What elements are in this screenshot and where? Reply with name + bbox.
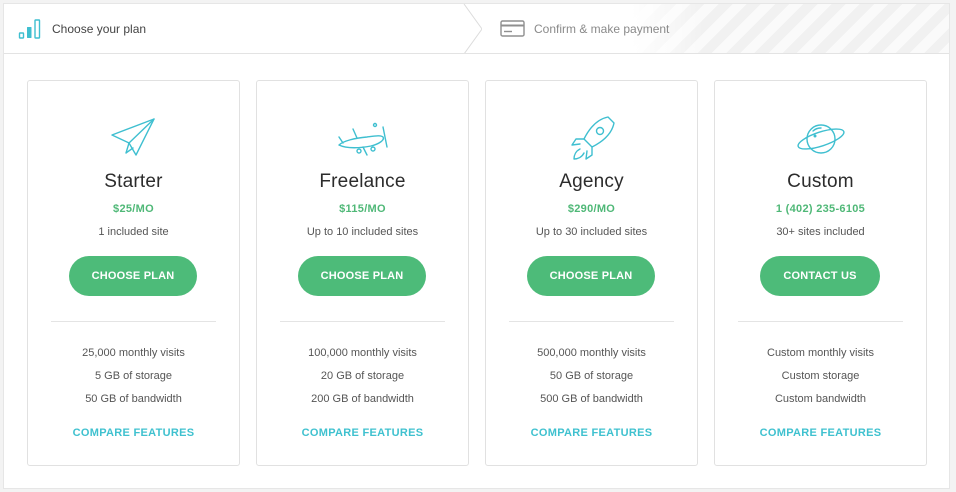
bar-chart-icon <box>18 19 46 46</box>
feature-storage: 50 GB of storage <box>549 370 634 382</box>
divider <box>51 321 216 322</box>
plan-price: $115/MO <box>339 203 386 215</box>
plan-sites: 1 included site <box>98 226 169 238</box>
divider <box>509 321 674 322</box>
feature-storage: 5 GB of storage <box>94 370 173 382</box>
feature-storage: 20 GB of storage <box>320 370 405 382</box>
plan-card-custom: Custom 1 (402) 235-6105 30+ sites includ… <box>714 80 927 466</box>
plan-card-starter: Starter $25/MO 1 included site CHOOSE PL… <box>27 80 240 466</box>
feature-visits: 25,000 monthly visits <box>82 347 185 359</box>
feature-bandwidth: 50 GB of bandwidth <box>85 393 182 405</box>
choose-plan-button[interactable]: CHOOSE PLAN <box>298 256 426 296</box>
feature-bandwidth: Custom bandwidth <box>774 393 867 405</box>
step-choose-plan[interactable]: Choose your plan <box>4 4 464 53</box>
compare-features-link[interactable]: COMPARE FEATURES <box>257 427 468 439</box>
propeller-plane-icon <box>333 113 393 163</box>
plan-phone: 1 (402) 235-6105 <box>775 203 866 215</box>
plan-selection-panel: Choose your plan Confirm & make payment <box>3 3 950 489</box>
checkout-steps: Choose your plan Confirm & make payment <box>4 4 949 54</box>
choose-plan-button[interactable]: CHOOSE PLAN <box>69 256 197 296</box>
compare-features-link[interactable]: COMPARE FEATURES <box>715 427 926 439</box>
plan-sites: Up to 10 included sites <box>306 226 419 238</box>
plan-card-freelance: Freelance $115/MO Up to 10 included site… <box>256 80 469 466</box>
contact-us-button[interactable]: CONTACT US <box>760 256 880 296</box>
plan-price: $290/MO <box>567 203 616 215</box>
plan-price: $25/MO <box>113 203 154 215</box>
plan-card-agency: Agency $290/MO Up to 30 included sites C… <box>485 80 698 466</box>
feature-bandwidth: 200 GB of bandwidth <box>311 393 414 405</box>
credit-card-icon <box>500 20 526 43</box>
plan-sites: Up to 30 included sites <box>535 226 648 238</box>
rocket-icon <box>562 113 622 163</box>
feature-visits: 100,000 monthly visits <box>308 347 417 359</box>
step-label-choose-plan: Choose your plan <box>52 22 147 36</box>
step-separator-chevron <box>462 4 482 53</box>
step-confirm-payment[interactable]: Confirm & make payment <box>464 4 949 53</box>
plan-sites: 30+ sites included <box>776 226 865 238</box>
choose-plan-button[interactable]: CHOOSE PLAN <box>527 256 655 296</box>
feature-visits: 500,000 monthly visits <box>537 347 646 359</box>
divider <box>738 321 903 322</box>
plan-title: Starter <box>104 171 163 192</box>
feature-storage: Custom storage <box>781 370 860 382</box>
compare-features-link[interactable]: COMPARE FEATURES <box>486 427 697 439</box>
feature-bandwidth: 500 GB of bandwidth <box>540 393 643 405</box>
planet-icon <box>791 113 851 163</box>
divider <box>280 321 445 322</box>
compare-features-link[interactable]: COMPARE FEATURES <box>28 427 239 439</box>
step-label-confirm-payment: Confirm & make payment <box>534 22 670 36</box>
feature-visits: Custom monthly visits <box>767 347 874 359</box>
plan-title: Custom <box>787 171 854 192</box>
plan-title: Agency <box>559 171 624 192</box>
plan-title: Freelance <box>319 171 406 192</box>
paper-plane-icon <box>104 113 164 163</box>
